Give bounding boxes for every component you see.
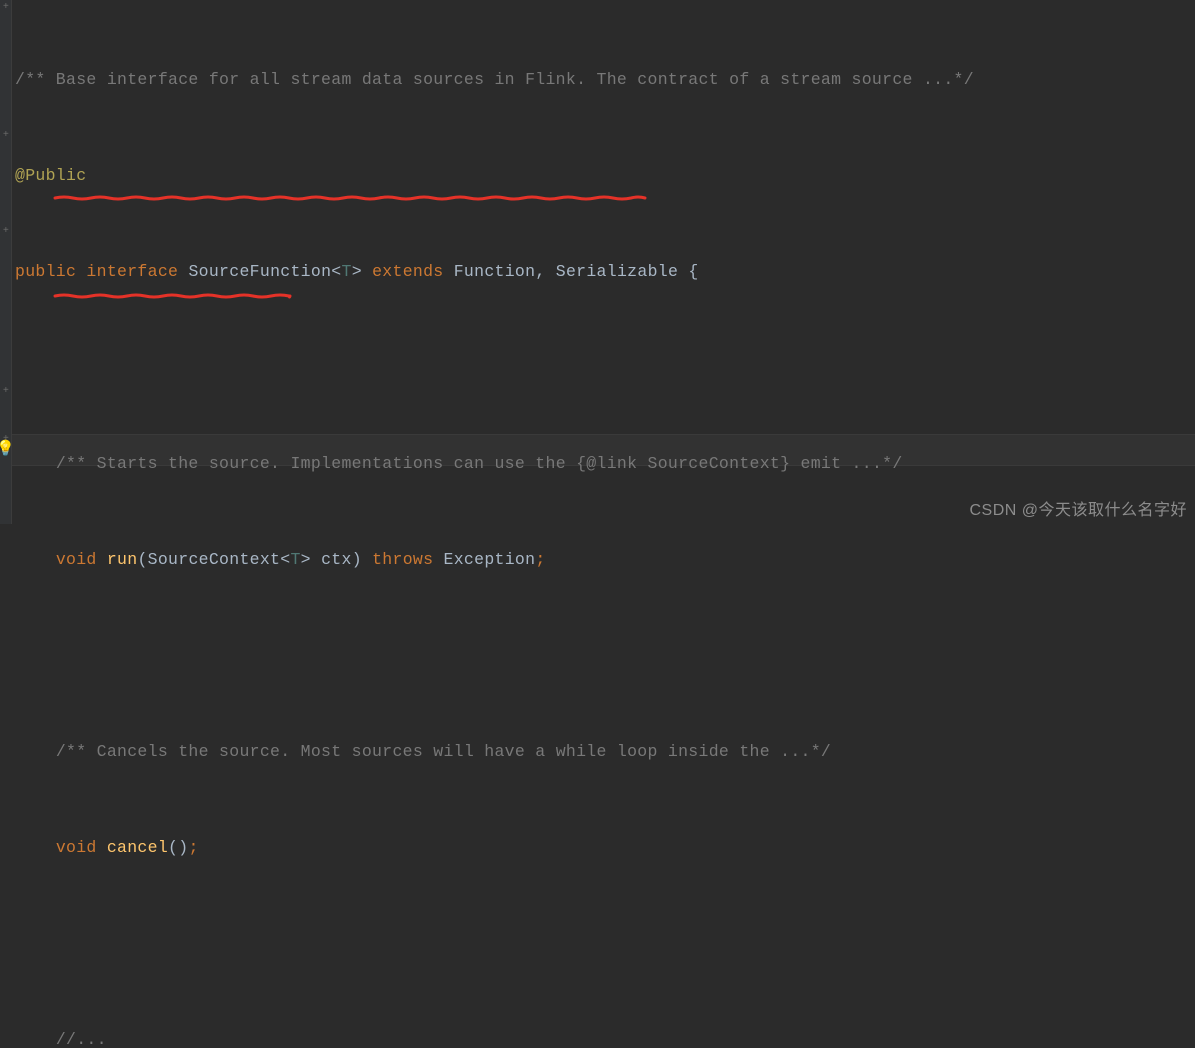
punct: <	[280, 550, 290, 569]
code-line[interactable]: //...	[15, 1024, 1195, 1048]
type-name: Serializable	[556, 262, 689, 281]
punct: <	[331, 262, 341, 281]
fold-toggle-icon[interactable]: +	[1, 227, 11, 237]
punct: )	[352, 550, 372, 569]
keyword: void	[56, 838, 107, 857]
param-name: ctx	[321, 550, 352, 569]
code-line[interactable]: /** Cancels the source. Most sources wil…	[15, 736, 1195, 768]
code-line[interactable]	[15, 640, 1195, 672]
punct: >	[301, 550, 321, 569]
punct: (	[137, 550, 147, 569]
line-comment: //...	[56, 1030, 107, 1048]
punct: >	[352, 262, 372, 281]
punct: ()	[168, 838, 188, 857]
type-name: SourceContext	[148, 550, 281, 569]
keyword: extends	[372, 262, 454, 281]
code-line[interactable]: void cancel();	[15, 832, 1195, 864]
keyword: interface	[86, 262, 188, 281]
block-comment: /** Starts the source. Implementations c…	[56, 454, 903, 473]
punct: ;	[535, 550, 545, 569]
code-line[interactable]: @Public	[15, 160, 1195, 192]
block-comment: /** Cancels the source. Most sources wil…	[56, 742, 831, 761]
type-name: Function	[454, 262, 536, 281]
brace: {	[688, 262, 698, 281]
code-line[interactable]: public interface SourceFunction<T> exten…	[15, 256, 1195, 288]
punct: ,	[535, 262, 555, 281]
fold-toggle-icon[interactable]: +	[1, 131, 11, 141]
type-name: SourceFunction	[188, 262, 331, 281]
fold-toggle-icon[interactable]: +	[1, 387, 11, 397]
punct: ;	[188, 838, 198, 857]
annotation: @Public	[15, 166, 86, 185]
keyword: void	[56, 550, 107, 569]
code-line[interactable]	[15, 352, 1195, 384]
method-name: run	[107, 550, 138, 569]
code-line[interactable]: /** Base interface for all stream data s…	[15, 64, 1195, 96]
code-line[interactable]: /** Starts the source. Implementations c…	[15, 448, 1195, 480]
block-comment: /** Base interface for all stream data s…	[15, 70, 974, 89]
keyword: throws	[372, 550, 443, 569]
exception-type: Exception	[444, 550, 536, 569]
code-line[interactable]	[15, 928, 1195, 960]
keyword: public	[15, 262, 86, 281]
fold-toggle-icon[interactable]: +	[1, 3, 11, 13]
watermark-text: CSDN @今天该取什么名字好	[969, 496, 1187, 520]
code-area[interactable]: /** Base interface for all stream data s…	[15, 0, 1195, 1048]
code-line[interactable]: void run(SourceContext<T> ctx) throws Ex…	[15, 544, 1195, 576]
generic-param: T	[341, 262, 351, 281]
generic-param: T	[290, 550, 300, 569]
method-name: cancel	[107, 838, 168, 857]
